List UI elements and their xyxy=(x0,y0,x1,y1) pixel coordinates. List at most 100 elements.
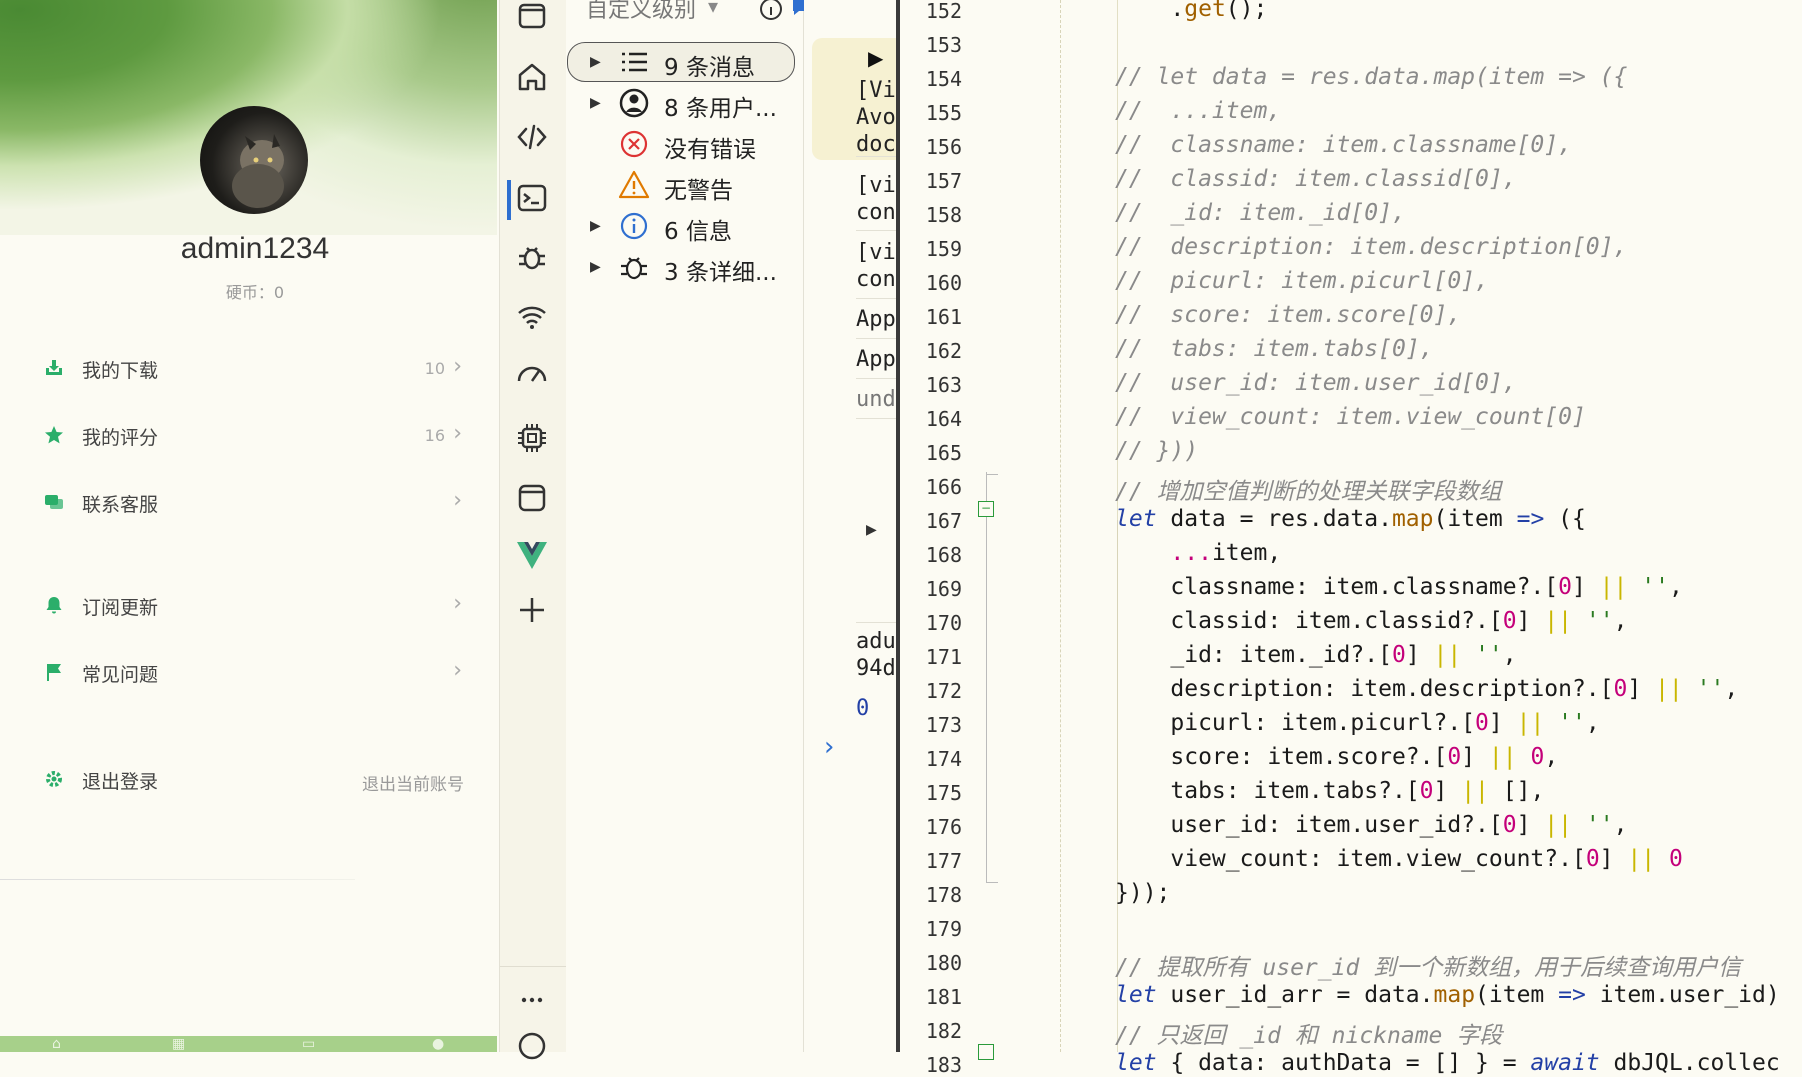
flag-icon xyxy=(47,664,61,681)
expand-triangle-icon[interactable]: ▶ xyxy=(590,95,601,111)
fold-collapse-icon[interactable] xyxy=(978,1044,994,1060)
wifi-icon[interactable] xyxy=(512,297,552,337)
cpu-icon[interactable] xyxy=(512,418,552,458)
menu-label: 我的下载 xyxy=(82,360,159,382)
tab-category-icon[interactable]: ▦ xyxy=(172,1036,185,1052)
code-line[interactable]: // user_id: item.user_id[0], xyxy=(1115,370,1517,396)
performance-icon[interactable] xyxy=(512,354,552,394)
filter-label: 3 条详细... xyxy=(664,260,777,286)
line-number: 167 xyxy=(925,509,962,533)
code-line[interactable]: // 只返回 _id 和 nickname 字段 xyxy=(1115,1016,1502,1050)
code-line[interactable]: // _id: item._id[0], xyxy=(1115,200,1406,226)
line-number: 170 xyxy=(925,611,962,635)
code-line[interactable]: // score: item.score[0], xyxy=(1115,302,1461,328)
menu-logout[interactable]: 退出登录 退出当前账号 xyxy=(0,751,497,811)
avatar[interactable] xyxy=(200,106,308,214)
add-panel-icon[interactable] xyxy=(512,590,552,630)
line-number: 152 xyxy=(925,0,962,23)
expand-triangle-icon[interactable]: ▶ xyxy=(866,522,877,538)
warning-icon xyxy=(618,170,650,199)
code-line[interactable]: // classid: item.classid[0], xyxy=(1115,166,1517,192)
code-line[interactable]: let data = res.data.map(item => ({ xyxy=(1115,506,1586,532)
code-line[interactable]: // view_count: item.view_count[0] xyxy=(1115,404,1586,430)
console-prompt-icon[interactable]: › xyxy=(824,732,834,762)
code-line[interactable]: // tabs: item.tabs[0], xyxy=(1115,336,1434,362)
more-icon[interactable] xyxy=(512,980,552,1020)
console-text: App xyxy=(856,307,896,332)
chevron-right-icon: › xyxy=(453,591,462,616)
menu-my-downloads[interactable]: 我的下载 10 › xyxy=(0,340,497,400)
application-icon[interactable] xyxy=(512,478,552,518)
debug-icon[interactable] xyxy=(512,237,552,277)
filter-errors[interactable]: 没有错误 xyxy=(566,124,803,164)
vue-devtools-icon[interactable] xyxy=(512,535,552,575)
filter-info[interactable]: ▶ 6 信息 xyxy=(566,206,803,246)
filter-label: 8 条用户... xyxy=(664,96,777,122)
code-line[interactable]: // 增加空值判断的处理关联字段数组 xyxy=(1115,472,1502,506)
code-line[interactable]: // })) xyxy=(1115,438,1198,464)
fold-collapse-icon[interactable]: − xyxy=(978,501,994,517)
code-line[interactable]: picurl: item.picurl?.[0] || '', xyxy=(1115,710,1599,736)
line-number: 162 xyxy=(925,339,962,363)
help-icon[interactable] xyxy=(512,1026,552,1066)
code-line[interactable]: tabs: item.tabs?.[0] || [], xyxy=(1115,778,1544,804)
line-number: 158 xyxy=(925,203,962,227)
window-icon[interactable] xyxy=(512,0,552,36)
code-line[interactable]: let { data: authData = [] } = await dbJQ… xyxy=(1115,1050,1780,1076)
menu-subscribe-updates[interactable]: 订阅更新 › xyxy=(0,577,497,637)
menu-my-ratings[interactable]: 我的评分 16 › xyxy=(0,407,497,467)
console-icon[interactable] xyxy=(512,178,552,218)
code-line[interactable]: description: item.description?.[0] || ''… xyxy=(1115,676,1738,702)
code-line[interactable]: // picurl: item.picurl[0], xyxy=(1115,268,1489,294)
expand-triangle-icon[interactable]: ▶ xyxy=(590,218,601,234)
bug-icon xyxy=(621,257,647,280)
console-text: adu xyxy=(856,629,896,654)
bottom-tab-bar[interactable]: ⌂ ▦ ▭ ● xyxy=(0,1036,497,1052)
menu-faq[interactable]: 常见问题 › xyxy=(0,644,497,704)
console-text: und xyxy=(856,387,896,412)
code-line[interactable]: let user_id_arr = data.map(item => item.… xyxy=(1115,982,1780,1008)
code-line[interactable]: // let data = res.data.map(item => ({ xyxy=(1115,64,1627,90)
username: admin1234 xyxy=(180,232,330,265)
chevron-right-icon: › xyxy=(453,354,462,379)
console-object-preview xyxy=(864,432,896,602)
line-number: 178 xyxy=(925,883,962,907)
code-line[interactable]: _id: item._id?.[0] || '', xyxy=(1115,642,1516,668)
code-line[interactable]: classid: item.classid?.[0] || '', xyxy=(1115,608,1627,634)
filter-user-messages[interactable]: ▶ 8 条用户... xyxy=(566,83,803,123)
line-number: 175 xyxy=(925,781,962,805)
code-line[interactable]: view_count: item.view_count?.[0] || 0 xyxy=(1115,846,1682,872)
expand-triangle-icon[interactable]: ▶ xyxy=(590,54,601,70)
list-icon xyxy=(622,52,647,72)
code-icon[interactable] xyxy=(512,117,552,157)
tab-notice-icon[interactable]: ▭ xyxy=(302,1036,315,1052)
filter-label: 无警告 xyxy=(664,178,733,204)
console-text: Avo xyxy=(856,105,896,130)
chevron-right-icon: › xyxy=(453,488,462,513)
filter-messages[interactable]: ▶ 9 条消息 xyxy=(566,42,803,82)
star-icon xyxy=(45,426,63,444)
code-line[interactable]: // ...item, xyxy=(1115,98,1281,124)
divider xyxy=(500,966,566,967)
code-line[interactable]: classname: item.classname?.[0] || '', xyxy=(1115,574,1682,600)
expand-triangle-icon[interactable]: ▶ xyxy=(590,259,601,275)
tab-home-icon[interactable]: ⌂ xyxy=(52,1036,61,1052)
code-line[interactable]: score: item.score?.[0] || 0, xyxy=(1115,744,1558,770)
code-line[interactable]: ...item, xyxy=(1115,540,1281,566)
code-line[interactable]: // description: item.description[0], xyxy=(1115,234,1627,260)
indent-guide xyxy=(1060,0,1062,1052)
filter-verbose[interactable]: ▶ 3 条详细... xyxy=(566,247,803,287)
code-line[interactable]: })); xyxy=(1115,880,1170,906)
menu-label: 我的评分 xyxy=(82,427,159,449)
tab-user-icon[interactable]: ● xyxy=(432,1036,444,1052)
line-number: 153 xyxy=(925,33,962,57)
code-line[interactable]: // 提取所有 user_id 到一个新数组，用于后续查询用户信 xyxy=(1115,948,1741,982)
home-icon[interactable] xyxy=(512,57,552,97)
line-number: 164 xyxy=(925,407,962,431)
code-line[interactable]: // classname: item.classname[0], xyxy=(1115,132,1572,158)
code-line[interactable]: user_id: item.user_id?.[0] || '', xyxy=(1115,812,1627,838)
filter-warnings[interactable]: 无警告 xyxy=(566,165,803,205)
code-line[interactable]: .get(); xyxy=(1115,0,1267,22)
menu-contact-support[interactable]: 联系客服 › xyxy=(0,474,497,534)
console-text: 0 xyxy=(856,696,870,721)
